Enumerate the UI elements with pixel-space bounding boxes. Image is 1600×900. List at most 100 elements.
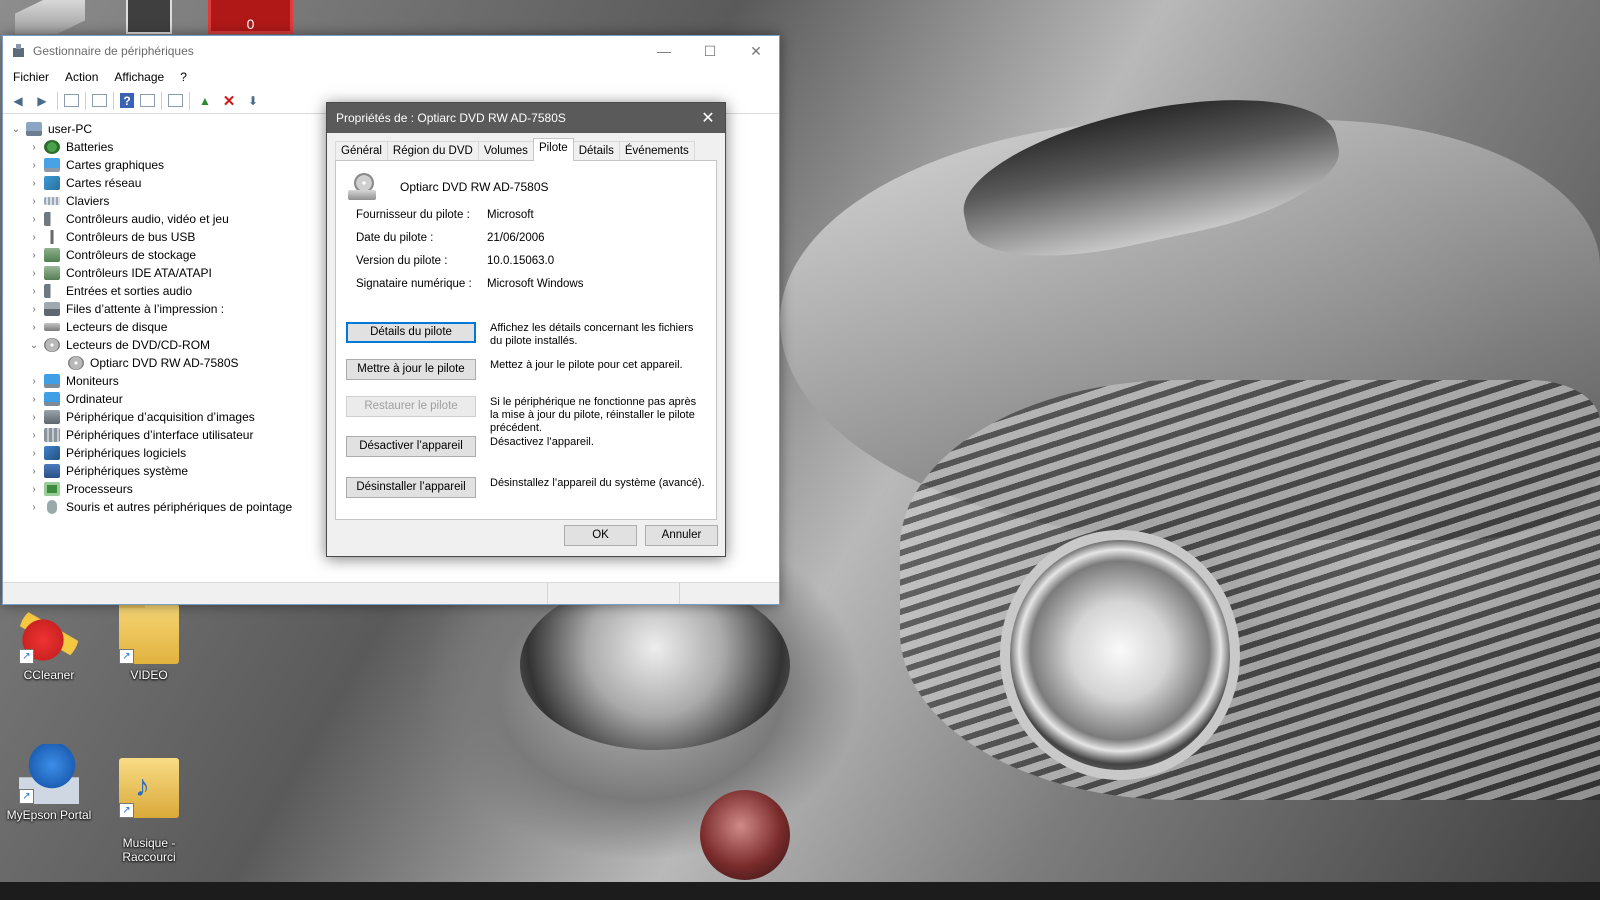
- display-adapter-icon: [44, 158, 60, 172]
- chevron-right-icon[interactable]: ›: [27, 286, 41, 297]
- desktop-icon-label: Musique - Raccourci: [122, 836, 176, 864]
- prop-row: Fournisseur du pilote : Microsoft: [356, 209, 584, 232]
- shortcut-arrow-icon: ↗: [19, 789, 34, 804]
- desktop-icon-ccleaner[interactable]: ↗ CCleaner: [4, 604, 94, 682]
- prop-key: Version du pilote :: [356, 255, 448, 267]
- back-arrow-icon[interactable]: ◀: [9, 92, 27, 110]
- prop-value: Microsoft: [487, 209, 534, 221]
- audio-io-icon: [44, 284, 60, 298]
- chevron-right-icon[interactable]: ›: [27, 142, 41, 153]
- chevron-down-icon[interactable]: ⌄: [27, 340, 41, 351]
- chevron-right-icon[interactable]: ›: [27, 322, 41, 333]
- driver-details-button[interactable]: Détails du pilote: [346, 322, 476, 343]
- tree-item-label: Lecteurs de disque: [66, 320, 168, 334]
- chevron-right-icon[interactable]: ›: [27, 430, 41, 441]
- action-row: Restaurer le pilote Si le périphérique n…: [346, 396, 706, 435]
- close-button[interactable]: ✕: [733, 36, 779, 66]
- prop-value: 21/06/2006: [487, 232, 545, 244]
- software-device-icon: [44, 446, 60, 460]
- toolbar-separator: [113, 91, 114, 110]
- action-description: Mettez à jour le pilote pour cet apparei…: [490, 359, 683, 371]
- chevron-right-icon[interactable]: ›: [27, 412, 41, 423]
- monitor-icon[interactable]: [168, 94, 183, 107]
- toolbar-separator: [161, 91, 162, 110]
- device-manager-icon: [11, 43, 27, 59]
- chevron-right-icon[interactable]: ›: [27, 304, 41, 315]
- uninstall-device-button[interactable]: Désinstaller l’appareil: [346, 477, 476, 498]
- tree-item-label: Moniteurs: [66, 374, 119, 388]
- chevron-right-icon[interactable]: ›: [27, 448, 41, 459]
- chevron-right-icon[interactable]: ›: [27, 196, 41, 207]
- menu-affichage[interactable]: Affichage: [112, 70, 172, 84]
- prop-key: Signataire numérique :: [356, 278, 472, 290]
- cancel-button[interactable]: Annuler: [645, 525, 718, 546]
- dialog-titlebar[interactable]: Propriétés de : Optiarc DVD RW AD-7580S …: [327, 103, 725, 133]
- tab-details[interactable]: Détails: [572, 141, 620, 161]
- maximize-button[interactable]: ☐: [687, 36, 733, 66]
- chevron-right-icon[interactable]: ›: [27, 214, 41, 225]
- wallpaper-grille: [900, 380, 1600, 800]
- chevron-right-icon[interactable]: ›: [27, 484, 41, 495]
- tab-pilote[interactable]: Pilote: [532, 138, 574, 161]
- menu-fichier[interactable]: Fichier: [11, 70, 57, 84]
- chevron-right-icon[interactable]: ›: [27, 502, 41, 513]
- ide-icon: [44, 266, 60, 280]
- chevron-right-icon[interactable]: ›: [27, 394, 41, 405]
- chevron-down-icon[interactable]: ⌄: [9, 124, 23, 135]
- desktop-icon-myepson[interactable]: ↗ MyEpson Portal: [4, 744, 94, 822]
- prop-row: Date du pilote : 21/06/2006: [356, 232, 584, 255]
- monitor-icon: [44, 374, 60, 388]
- desktop-top-icon-3[interactable]: 0: [208, 0, 293, 34]
- properties-icon[interactable]: [92, 94, 107, 107]
- forward-arrow-icon[interactable]: ▶: [33, 92, 51, 110]
- desktop-icon-video[interactable]: ↗ VIDEO: [104, 598, 194, 682]
- chevron-right-icon[interactable]: ›: [27, 250, 41, 261]
- tab-region-dvd[interactable]: Région du DVD: [386, 141, 479, 161]
- computer-icon: [44, 392, 60, 406]
- chevron-right-icon[interactable]: ›: [27, 376, 41, 387]
- tab-general[interactable]: Général: [335, 141, 388, 161]
- tree-item-label: Périphériques d’interface utilisateur: [66, 428, 254, 442]
- tree-item-label: Contrôleurs audio, vidéo et jeu: [66, 212, 229, 226]
- show-hide-console-tree-icon[interactable]: [64, 94, 79, 107]
- tab-evenements[interactable]: Événements: [618, 141, 695, 161]
- dialog-close-button[interactable]: ✕: [691, 108, 725, 128]
- help-icon[interactable]: ?: [120, 93, 134, 108]
- device-name: Optiarc DVD RW AD-7580S: [400, 180, 549, 194]
- device-header: Optiarc DVD RW AD-7580S: [348, 173, 549, 201]
- tree-item-label: Contrôleurs de bus USB: [66, 230, 196, 244]
- uninstall-device-icon[interactable]: ✕: [220, 92, 238, 110]
- chevron-right-icon[interactable]: ›: [27, 178, 41, 189]
- prop-row: Version du pilote : 10.0.15063.0: [356, 255, 584, 278]
- folder-icon: ↗: [119, 598, 179, 664]
- update-driver-button[interactable]: Mettre à jour le pilote: [346, 359, 476, 380]
- tab-volumes[interactable]: Volumes: [477, 141, 534, 161]
- ok-button[interactable]: OK: [564, 525, 637, 546]
- menu-action[interactable]: Action: [63, 70, 106, 84]
- imaging-device-icon: [44, 410, 60, 424]
- prop-key: Fournisseur du pilote :: [356, 209, 470, 221]
- menu-help[interactable]: ?: [178, 70, 195, 84]
- action-pane-icon[interactable]: [140, 94, 155, 107]
- chevron-right-icon[interactable]: ›: [27, 466, 41, 477]
- ccleaner-icon: ↗: [19, 604, 79, 664]
- chevron-right-icon[interactable]: ›: [27, 268, 41, 279]
- desktop-top-icon-2[interactable]: [126, 0, 172, 34]
- epson-portal-icon: ↗: [19, 744, 79, 804]
- chevron-right-icon[interactable]: ›: [27, 232, 41, 243]
- driver-properties: Fournisseur du pilote : Microsoft Date d…: [356, 209, 584, 301]
- wallpaper-headlamp: [1000, 530, 1240, 780]
- action-description: Désinstallez l’appareil du système (avan…: [490, 477, 705, 489]
- update-driver-icon[interactable]: ▲: [196, 92, 214, 110]
- action-row: Désactiver l’appareil Désactivez l’appar…: [346, 436, 706, 457]
- desktop-icon-musique[interactable]: ↗ Musique - Raccourci: [104, 744, 194, 878]
- status-pane-1: [3, 583, 548, 604]
- device-manager-titlebar[interactable]: Gestionnaire de périphériques — ☐ ✕: [3, 36, 779, 66]
- chevron-right-icon[interactable]: ›: [27, 160, 41, 171]
- dialog-title: Propriétés de : Optiarc DVD RW AD-7580S: [336, 111, 566, 125]
- minimize-button[interactable]: —: [641, 36, 687, 66]
- scan-hardware-icon[interactable]: ⬇: [244, 92, 262, 110]
- disable-device-button[interactable]: Désactiver l’appareil: [346, 436, 476, 457]
- shortcut-arrow-icon: ↗: [119, 803, 134, 818]
- toolbar-separator: [57, 91, 58, 110]
